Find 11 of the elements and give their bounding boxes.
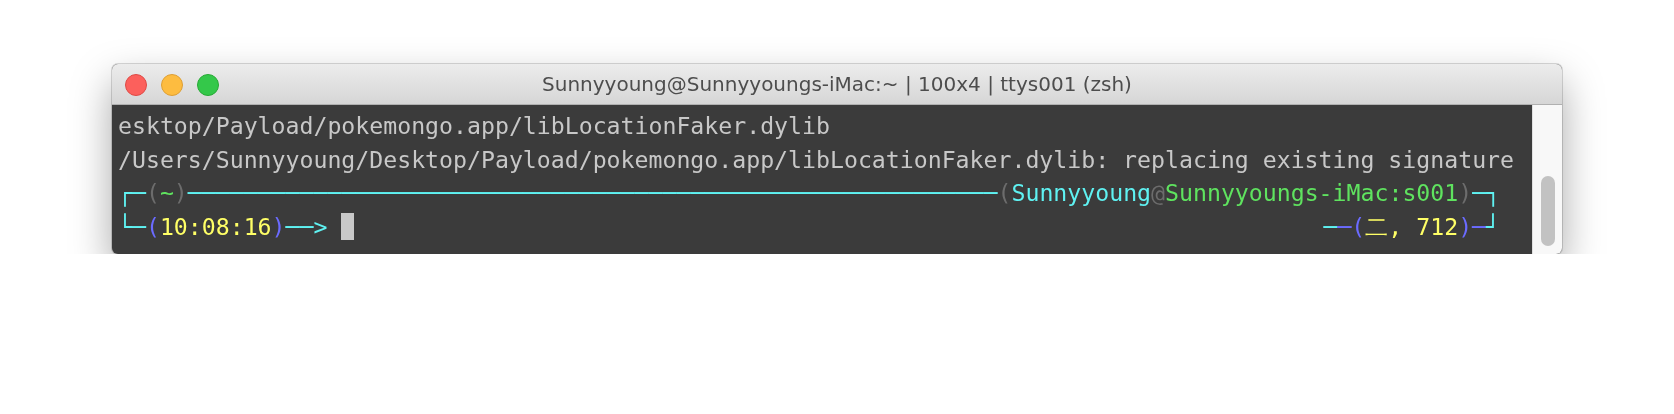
minimize-button[interactable] bbox=[161, 74, 183, 96]
output-line: /Users/Sunnyyoung/Desktop/Payload/pokemongo.app/libLocationFaker.dylib: replacing existing signature bbox=[118, 144, 1514, 175]
close-button[interactable] bbox=[125, 74, 147, 96]
output-line: esktop/Payload/pokemongo.app/libLocationFaker.dylib bbox=[118, 111, 830, 141]
scroll-thumb[interactable] bbox=[1540, 176, 1555, 246]
prompt-line: └─(10:08:16)──> bbox=[118, 211, 328, 242]
zoom-button[interactable] bbox=[197, 74, 219, 96]
cursor bbox=[341, 212, 355, 240]
prompt-line: ┌─(~)──────────────────────────────────────────────────────────(Sunnyyoung@Sunnyyoungs-iMac:s001)─┐ bbox=[118, 178, 1501, 209]
prompt-status: ──(二, 712)─┘ bbox=[1323, 211, 1501, 242]
window-title: Sunnyyoung@Sunnyyoungs-iMac:~ | 100x4 | ttys001 (zsh) bbox=[542, 72, 1132, 96]
